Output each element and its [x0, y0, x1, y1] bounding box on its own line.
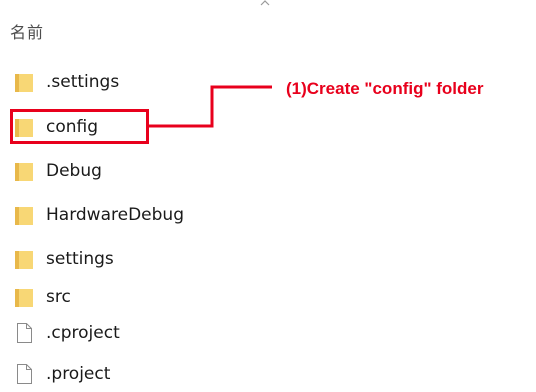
annotation-connector	[149, 85, 272, 128]
annotation-label: (1)Create "config" folder	[286, 79, 484, 98]
